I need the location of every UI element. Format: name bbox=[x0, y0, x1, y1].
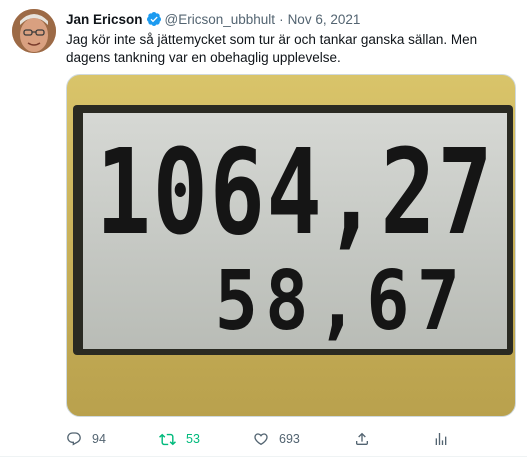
analytics-icon bbox=[435, 433, 447, 445]
header-separator: · bbox=[279, 11, 284, 27]
tweet-date[interactable]: Nov 6, 2021 bbox=[288, 12, 361, 27]
heart-icon bbox=[254, 433, 268, 446]
tweet-card[interactable]: Jan Ericson @Ericson_ubbhult · Nov 6, 20… bbox=[0, 0, 527, 457]
author-name[interactable]: Jan Ericson bbox=[66, 12, 143, 27]
reply-icon bbox=[67, 432, 81, 446]
pump-display: 1064,27 58,67 bbox=[83, 113, 507, 349]
retweet-icon bbox=[159, 433, 176, 445]
tweet-text: Jag kör inte så jättemycket som tur är o… bbox=[66, 32, 478, 65]
author-handle[interactable]: @Ericson_ubbhult bbox=[165, 12, 276, 27]
tweet-photo[interactable]: 1064,27 58,67 bbox=[66, 74, 516, 417]
avatar[interactable] bbox=[12, 9, 56, 53]
tweet-header: Jan Ericson @Ericson_ubbhult · Nov 6, 20… bbox=[66, 9, 515, 29]
like-count: 693 bbox=[279, 432, 300, 446]
share-button[interactable] bbox=[354, 431, 370, 447]
verified-badge-icon bbox=[146, 11, 162, 27]
share-icon bbox=[356, 432, 368, 445]
analytics-button[interactable] bbox=[433, 431, 449, 447]
reply-button[interactable]: 94 bbox=[66, 431, 106, 447]
retweet-count: 53 bbox=[186, 432, 200, 446]
like-button[interactable]: 693 bbox=[253, 431, 300, 447]
tweet-actions: 94 53 693 bbox=[66, 428, 506, 450]
avatar-image bbox=[12, 9, 56, 53]
reply-count: 94 bbox=[92, 432, 106, 446]
retweet-button[interactable]: 53 bbox=[159, 431, 200, 448]
amount-readout: 1064,27 bbox=[96, 124, 495, 261]
volume-readout: 58,67 bbox=[215, 255, 468, 349]
